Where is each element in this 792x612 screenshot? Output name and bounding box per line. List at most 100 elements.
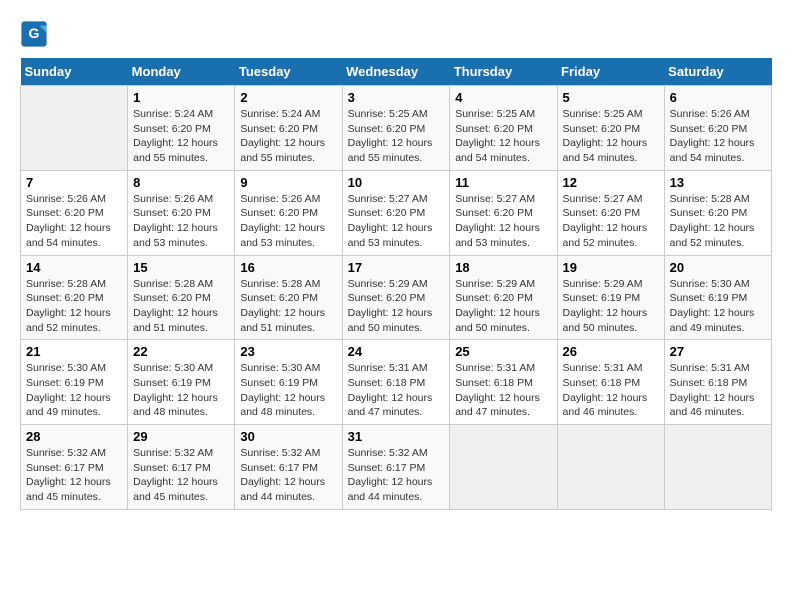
week-row-2: 7 Sunrise: 5:26 AM Sunset: 6:20 PM Daylig…	[21, 170, 772, 255]
calendar-cell: 2 Sunrise: 5:24 AM Sunset: 6:20 PM Daylig…	[235, 86, 342, 171]
day-info: Sunrise: 5:27 AM Sunset: 6:20 PM Dayligh…	[563, 192, 659, 251]
week-row-3: 14 Sunrise: 5:28 AM Sunset: 6:20 PM Dayli…	[21, 255, 772, 340]
day-number: 22	[133, 344, 229, 359]
day-number: 5	[563, 90, 659, 105]
calendar-cell: 12 Sunrise: 5:27 AM Sunset: 6:20 PM Dayli…	[557, 170, 664, 255]
day-number: 12	[563, 175, 659, 190]
day-number: 30	[240, 429, 336, 444]
day-info: Sunrise: 5:32 AM Sunset: 6:17 PM Dayligh…	[26, 446, 122, 505]
day-info: Sunrise: 5:25 AM Sunset: 6:20 PM Dayligh…	[348, 107, 445, 166]
calendar-cell: 23 Sunrise: 5:30 AM Sunset: 6:19 PM Dayli…	[235, 340, 342, 425]
calendar-cell: 28 Sunrise: 5:32 AM Sunset: 6:17 PM Dayli…	[21, 425, 128, 510]
day-number: 3	[348, 90, 445, 105]
calendar-cell: 25 Sunrise: 5:31 AM Sunset: 6:18 PM Dayli…	[450, 340, 557, 425]
day-number: 9	[240, 175, 336, 190]
day-info: Sunrise: 5:28 AM Sunset: 6:20 PM Dayligh…	[133, 277, 229, 336]
logo: G	[20, 20, 52, 48]
svg-text:G: G	[29, 25, 40, 41]
calendar-cell	[450, 425, 557, 510]
column-header-monday: Monday	[128, 58, 235, 86]
day-info: Sunrise: 5:31 AM Sunset: 6:18 PM Dayligh…	[348, 361, 445, 420]
day-number: 20	[670, 260, 766, 275]
week-row-5: 28 Sunrise: 5:32 AM Sunset: 6:17 PM Dayli…	[21, 425, 772, 510]
day-info: Sunrise: 5:29 AM Sunset: 6:20 PM Dayligh…	[348, 277, 445, 336]
day-number: 29	[133, 429, 229, 444]
calendar-cell: 16 Sunrise: 5:28 AM Sunset: 6:20 PM Dayli…	[235, 255, 342, 340]
day-number: 18	[455, 260, 551, 275]
calendar-cell: 30 Sunrise: 5:32 AM Sunset: 6:17 PM Dayli…	[235, 425, 342, 510]
day-number: 26	[563, 344, 659, 359]
day-info: Sunrise: 5:31 AM Sunset: 6:18 PM Dayligh…	[455, 361, 551, 420]
day-number: 25	[455, 344, 551, 359]
calendar-cell: 24 Sunrise: 5:31 AM Sunset: 6:18 PM Dayli…	[342, 340, 450, 425]
column-header-wednesday: Wednesday	[342, 58, 450, 86]
calendar-cell: 5 Sunrise: 5:25 AM Sunset: 6:20 PM Daylig…	[557, 86, 664, 171]
day-number: 21	[26, 344, 122, 359]
day-number: 1	[133, 90, 229, 105]
calendar-cell: 1 Sunrise: 5:24 AM Sunset: 6:20 PM Daylig…	[128, 86, 235, 171]
day-number: 11	[455, 175, 551, 190]
day-number: 6	[670, 90, 766, 105]
day-info: Sunrise: 5:30 AM Sunset: 6:19 PM Dayligh…	[670, 277, 766, 336]
day-info: Sunrise: 5:32 AM Sunset: 6:17 PM Dayligh…	[348, 446, 445, 505]
day-number: 17	[348, 260, 445, 275]
column-header-saturday: Saturday	[664, 58, 771, 86]
calendar-cell: 29 Sunrise: 5:32 AM Sunset: 6:17 PM Dayli…	[128, 425, 235, 510]
calendar-cell: 21 Sunrise: 5:30 AM Sunset: 6:19 PM Dayli…	[21, 340, 128, 425]
calendar-cell: 9Sunrise: 5:26 AM Sunset: 6:20 PM Daylig…	[235, 170, 342, 255]
calendar-cell: 19 Sunrise: 5:29 AM Sunset: 6:19 PM Dayli…	[557, 255, 664, 340]
day-number: 23	[240, 344, 336, 359]
week-row-4: 21 Sunrise: 5:30 AM Sunset: 6:19 PM Dayli…	[21, 340, 772, 425]
day-number: 7	[26, 175, 122, 190]
calendar-cell: 31 Sunrise: 5:32 AM Sunset: 6:17 PM Dayli…	[342, 425, 450, 510]
calendar-cell: 4Sunrise: 5:25 AM Sunset: 6:20 PM Daylig…	[450, 86, 557, 171]
calendar-cell: 26Sunrise: 5:31 AM Sunset: 6:18 PM Dayli…	[557, 340, 664, 425]
day-info: Sunrise: 5:24 AM Sunset: 6:20 PM Dayligh…	[133, 107, 229, 166]
day-number: 2	[240, 90, 336, 105]
calendar-cell: 7Sunrise: 5:26 AM Sunset: 6:20 PM Daylig…	[21, 170, 128, 255]
logo-icon: G	[20, 20, 48, 48]
calendar-cell: 17 Sunrise: 5:29 AM Sunset: 6:20 PM Dayli…	[342, 255, 450, 340]
day-info: Sunrise: 5:28 AM Sunset: 6:20 PM Dayligh…	[240, 277, 336, 336]
day-number: 31	[348, 429, 445, 444]
column-headers: SundayMondayTuesdayWednesdayThursdayFrid…	[21, 58, 772, 86]
day-number: 15	[133, 260, 229, 275]
day-info: Sunrise: 5:32 AM Sunset: 6:17 PM Dayligh…	[240, 446, 336, 505]
calendar-cell	[21, 86, 128, 171]
calendar-cell: 22Sunrise: 5:30 AM Sunset: 6:19 PM Dayli…	[128, 340, 235, 425]
day-info: Sunrise: 5:24 AM Sunset: 6:20 PM Dayligh…	[240, 107, 336, 166]
calendar-cell: 8Sunrise: 5:26 AM Sunset: 6:20 PM Daylig…	[128, 170, 235, 255]
day-info: Sunrise: 5:30 AM Sunset: 6:19 PM Dayligh…	[26, 361, 122, 420]
column-header-sunday: Sunday	[21, 58, 128, 86]
calendar-cell: 11Sunrise: 5:27 AM Sunset: 6:20 PM Dayli…	[450, 170, 557, 255]
calendar-cell: 3 Sunrise: 5:25 AM Sunset: 6:20 PM Daylig…	[342, 86, 450, 171]
day-number: 28	[26, 429, 122, 444]
calendar-cell: 27 Sunrise: 5:31 AM Sunset: 6:18 PM Dayli…	[664, 340, 771, 425]
calendar-cell: 18 Sunrise: 5:29 AM Sunset: 6:20 PM Dayli…	[450, 255, 557, 340]
day-number: 10	[348, 175, 445, 190]
calendar-cell: 14Sunrise: 5:28 AM Sunset: 6:20 PM Dayli…	[21, 255, 128, 340]
day-number: 24	[348, 344, 445, 359]
day-info: Sunrise: 5:25 AM Sunset: 6:20 PM Dayligh…	[563, 107, 659, 166]
column-header-friday: Friday	[557, 58, 664, 86]
day-info: Sunrise: 5:31 AM Sunset: 6:18 PM Dayligh…	[670, 361, 766, 420]
day-info: Sunrise: 5:29 AM Sunset: 6:20 PM Dayligh…	[455, 277, 551, 336]
day-info: Sunrise: 5:30 AM Sunset: 6:19 PM Dayligh…	[240, 361, 336, 420]
day-info: Sunrise: 5:27 AM Sunset: 6:20 PM Dayligh…	[348, 192, 445, 251]
day-number: 14	[26, 260, 122, 275]
day-info: Sunrise: 5:28 AM Sunset: 6:20 PM Dayligh…	[670, 192, 766, 251]
day-info: Sunrise: 5:26 AM Sunset: 6:20 PM Dayligh…	[133, 192, 229, 251]
column-header-tuesday: Tuesday	[235, 58, 342, 86]
day-info: Sunrise: 5:32 AM Sunset: 6:17 PM Dayligh…	[133, 446, 229, 505]
calendar-cell: 13 Sunrise: 5:28 AM Sunset: 6:20 PM Dayli…	[664, 170, 771, 255]
page-header: G	[20, 20, 772, 48]
day-number: 13	[670, 175, 766, 190]
day-info: Sunrise: 5:29 AM Sunset: 6:19 PM Dayligh…	[563, 277, 659, 336]
calendar-cell: 20 Sunrise: 5:30 AM Sunset: 6:19 PM Dayli…	[664, 255, 771, 340]
calendar-cell: 10 Sunrise: 5:27 AM Sunset: 6:20 PM Dayli…	[342, 170, 450, 255]
day-number: 16	[240, 260, 336, 275]
calendar-cell	[664, 425, 771, 510]
day-number: 19	[563, 260, 659, 275]
day-number: 4	[455, 90, 551, 105]
day-number: 27	[670, 344, 766, 359]
